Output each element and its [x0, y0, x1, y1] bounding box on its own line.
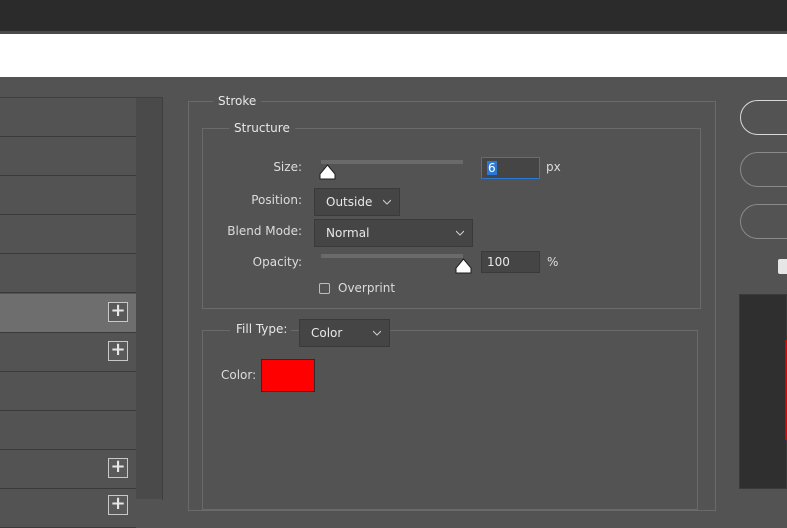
options-bar: [0, 34, 787, 77]
plus-icon[interactable]: +: [108, 495, 128, 515]
position-label: Position:: [251, 193, 302, 207]
fill-type-label: Fill Type:: [230, 322, 292, 336]
size-slider-track[interactable]: [321, 160, 463, 164]
opacity-input[interactable]: 100: [481, 251, 540, 273]
list-item[interactable]: [0, 372, 136, 411]
blend-mode-value: Normal: [326, 226, 370, 240]
overprint-label: Overprint: [338, 281, 396, 295]
list-item[interactable]: [0, 215, 136, 254]
size-unit: px: [546, 160, 561, 174]
style-preview: [739, 294, 787, 489]
list-item[interactable]: +: [0, 450, 136, 489]
list-item[interactable]: [0, 176, 136, 215]
blend-mode-dropdown[interactable]: Normal: [314, 219, 473, 247]
position-dropdown[interactable]: Outside: [314, 188, 400, 216]
opacity-slider-thumb[interactable]: [455, 258, 472, 274]
opacity-label: Opacity:: [252, 255, 302, 269]
list-item-selected[interactable]: +: [0, 294, 136, 333]
list-scrollbar[interactable]: [136, 98, 162, 499]
size-input[interactable]: 6: [481, 157, 540, 179]
ok-button[interactable]: [740, 100, 787, 135]
plus-icon[interactable]: +: [108, 341, 128, 361]
list-item[interactable]: [0, 411, 136, 450]
list-item[interactable]: [0, 254, 136, 293]
title-bar: [0, 0, 787, 31]
size-label: Size:: [273, 160, 302, 174]
plus-icon[interactable]: +: [108, 302, 128, 322]
color-label: Color:: [221, 368, 257, 382]
opacity-unit: %: [547, 255, 559, 269]
chevron-down-icon: [383, 199, 391, 205]
plus-icon[interactable]: +: [108, 458, 128, 478]
preview-checkbox[interactable]: [778, 259, 787, 274]
list-item[interactable]: +: [0, 489, 136, 528]
fill-type-value: Color: [311, 326, 343, 340]
structure-title: Structure: [229, 121, 295, 135]
size-value: 6: [487, 161, 497, 175]
new-style-button[interactable]: [740, 204, 787, 239]
chevron-down-icon: [373, 330, 381, 336]
overprint-checkbox[interactable]: [319, 283, 330, 294]
cancel-button[interactable]: [740, 152, 787, 187]
list-item[interactable]: [0, 98, 136, 137]
position-value: Outside: [326, 195, 373, 209]
stroke-title: Stroke: [213, 94, 262, 108]
color-swatch[interactable]: [261, 359, 315, 392]
opacity-slider-track[interactable]: [321, 254, 463, 258]
chevron-down-icon: [456, 230, 464, 236]
blend-mode-label: Blend Mode:: [227, 224, 302, 238]
list-item[interactable]: [0, 137, 136, 176]
list-item[interactable]: +: [0, 333, 136, 372]
size-slider-thumb[interactable]: [319, 164, 336, 180]
fill-type-dropdown[interactable]: Color: [299, 319, 390, 347]
fill-type-group: [202, 330, 698, 510]
